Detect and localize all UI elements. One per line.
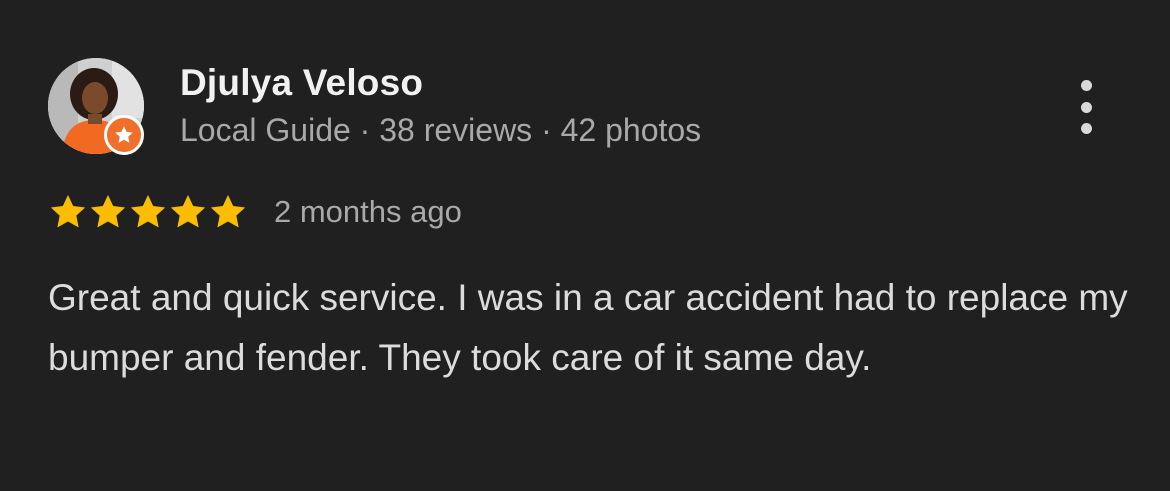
more-vert-icon-dot xyxy=(1080,123,1092,134)
meta-separator: · xyxy=(532,112,561,148)
review-time: 2 months ago xyxy=(274,194,462,229)
review-text: Great and quick service. I was in a car … xyxy=(48,277,1128,378)
local-guide-label: Local Guide xyxy=(180,112,351,148)
more-vert-icon xyxy=(1080,80,1092,91)
star-icon xyxy=(170,195,206,228)
rating-row: 2 months ago xyxy=(48,190,462,234)
review-card: Djulya Veloso Local Guide · 38 reviews ·… xyxy=(0,0,1170,491)
photo-count: 42 photos xyxy=(560,112,702,148)
star-icon xyxy=(130,195,166,228)
local-guide-star-icon xyxy=(104,115,144,155)
meta-separator: · xyxy=(350,112,380,148)
star-icon xyxy=(90,195,126,228)
reviewer-meta: Local Guide · 38 reviews · 42 photos xyxy=(180,112,701,149)
reviewer-name[interactable]: Djulya Veloso xyxy=(180,62,423,104)
review-count: 38 reviews xyxy=(379,112,533,148)
more-options-button[interactable] xyxy=(1066,80,1106,134)
star-icon xyxy=(210,195,246,228)
star-rating xyxy=(48,192,248,232)
star-icon xyxy=(50,195,86,228)
more-vert-icon-dot xyxy=(1080,101,1092,113)
